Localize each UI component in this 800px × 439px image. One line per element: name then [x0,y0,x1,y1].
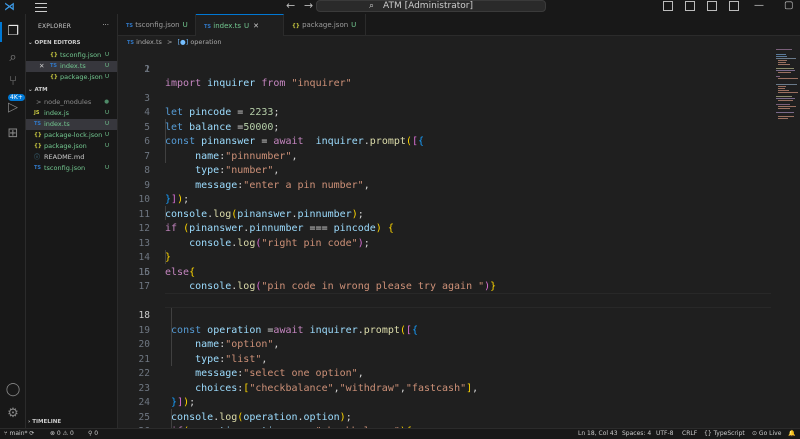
explorer-icon[interactable]: ❐ [5,24,21,40]
toggle-primary-sidebar-icon[interactable] [663,1,673,11]
minimize-icon[interactable]: — [754,0,764,12]
tab-package-json[interactable]: {} package.json U [284,14,366,36]
breadcrumb: TS index.ts > [●] operation [127,38,222,46]
code-line: 11 if (pinanswer.pinnumber === pincode) … [138,208,394,235]
breadcrumb-symbol[interactable]: operation [190,38,221,46]
code-line: 10 console.log(pinanswer.pinnumber); [138,194,364,220]
file-item-package-json[interactable]: {} package.json U [26,141,117,152]
timeline-section[interactable]: › TIMELINE [28,419,61,425]
code-line: 6 name:"pinnumber", [144,136,298,162]
toggle-panel-icon[interactable] [685,1,695,11]
code-line: 3 let pincode = 2233; [144,92,280,119]
code-line: 16 [138,266,150,278]
code-line: 26 console.log("current balance is 30000… [118,411,772,437]
explorer-sidebar: EXPLORER ··· ⌄ OPEN EDITORS {} tsconfig.… [26,14,118,428]
vscode-logo-icon: ⋊ [4,0,15,13]
code-line: 7 type:"number", [144,150,280,177]
code-line: 15 console.log("pin code in wrong please… [138,266,497,293]
code-line: 24 console.log(operation.option); [138,397,352,423]
open-editor-item[interactable]: {} tsconfig.json U [26,50,117,61]
code-line: 17 [138,281,150,292]
code-line: 22 choices:["checkbalance","withdraw","f… [138,368,479,394]
file-item-readme[interactable]: ⓘ README.md [26,152,117,163]
title-bar: ⋊ ← → ⌕ ATM [Administrator] — ▢ [0,0,800,14]
code-line: 25 if(operation.option === "checkbalance… [138,411,412,438]
run-debug-icon[interactable]: ▷ [5,100,21,116]
problems-indicator[interactable]: ⊗ 0 ⚠ 0 [50,429,74,439]
gear-icon[interactable]: ⚙ [5,406,21,422]
source-control-icon[interactable]: ⑂ [5,74,21,90]
file-item-index-js[interactable]: JS index.js U [26,108,117,119]
language-mode[interactable]: {} TypeScript [704,429,745,439]
close-icon[interactable]: ✕ [253,22,259,30]
search-icon: ⌕ [369,1,375,11]
code-line: 23 }]); [138,382,196,409]
file-item-node-modules[interactable]: > node_modules ● [26,97,117,108]
code-line: 21 message:"select one option", [138,353,364,380]
encoding[interactable]: UTF-8 [656,429,674,439]
branch-indicator[interactable]: ⑂ main* ⟳ [4,429,34,439]
tab-tsconfig[interactable]: TS tsconfig.json U [118,14,196,36]
ports-indicator[interactable]: ⚲ 0 [88,429,98,439]
code-editor[interactable]: 1 import inquirer from "inquirer" 2 3 le… [118,46,772,438]
code-line: 4 let balance =50000; [144,107,280,133]
code-line: 2 [144,63,150,75]
go-live-button[interactable]: ⊙ Go Live [752,429,781,439]
code-line-current: 18 const operation =await inquirer.promp… [138,310,418,336]
code-line: 14 else{ [138,252,196,278]
variable-icon: [●] [177,38,189,46]
forward-arrow-icon[interactable]: → [304,0,313,12]
cursor-position[interactable]: Ln 18, Col 43 [578,429,618,439]
bell-icon[interactable]: 🔔 [788,429,795,439]
customize-layout-icon[interactable] [729,1,739,11]
command-center-search[interactable]: ⌕ ATM [Administrator] [316,0,546,12]
code-line: 13 } [138,237,172,264]
back-arrow-icon[interactable]: ← [286,0,295,12]
activity-bar: ❐ ⌕ ⑂ 4K+ ▷ ⊞ ◯ ⚙ [0,14,26,428]
more-actions-icon[interactable]: ··· [102,21,109,29]
open-editor-item[interactable]: ✕ TS index.ts U [26,61,117,72]
folder-atm-section[interactable]: ⌄ ATM [28,87,48,93]
menu-icon[interactable] [34,0,48,14]
editor-tabs: TS tsconfig.json U TS index.ts U ✕ {} packa… [118,14,800,36]
code-line: 5 const pinanswer = await inquirer.promp… [144,121,424,148]
end-of-line[interactable]: CRLF [682,429,697,439]
close-icon[interactable]: ✕ [39,61,44,72]
status-bar: ⑂ main* ⟳ ⊗ 0 ⚠ 0 ⚲ 0 Ln 18, Col 43 Spac… [0,428,800,439]
code-line: 19 name:"option", [138,324,280,351]
indentation[interactable]: Spaces: 4 [622,429,651,439]
file-item-package-lock[interactable]: {} package-lock.json U [26,130,117,141]
search-icon[interactable]: ⌕ [5,50,21,66]
file-item-tsconfig[interactable]: TS tsconfig.json U [26,163,117,174]
code-line: 8 message:"enter a pin number", [144,165,370,191]
explorer-header: EXPLORER [38,23,72,30]
account-icon[interactable]: ◯ [5,382,21,398]
code-line: 20 type:"list", [138,339,268,365]
open-editors-section[interactable]: ⌄ OPEN EDITORS [28,40,81,46]
code-line: 12 console.log("right pin code"); [138,223,370,249]
toggle-secondary-sidebar-icon[interactable] [707,1,717,11]
tab-index-ts[interactable]: TS index.ts U ✕ [196,14,284,36]
restore-icon[interactable]: ▢ [784,0,793,12]
minimap[interactable] [772,46,800,428]
active-indicator [0,22,2,42]
code-line: 9 }]); [144,179,190,206]
window-title: ATM [Administrator] [383,1,473,11]
open-editor-item[interactable]: {} package.json U [26,72,117,83]
extensions-icon[interactable]: ⊞ [5,126,21,142]
code-line: 1 import inquirer from "inquirer" [144,63,352,90]
breadcrumb-file[interactable]: index.ts [136,38,162,46]
info-icon: ⓘ [34,154,41,161]
file-item-index-ts[interactable]: TS index.ts U [26,119,117,130]
